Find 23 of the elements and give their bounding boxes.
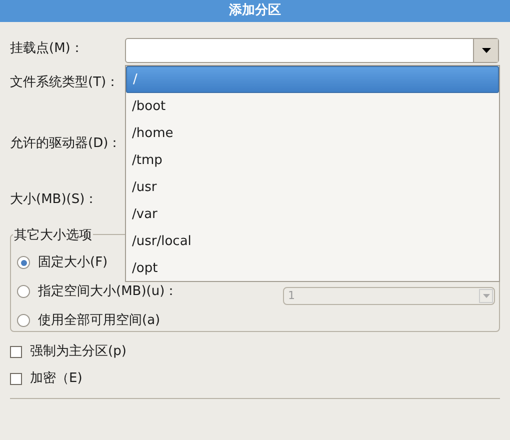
radio-button[interactable] [17,256,30,269]
option-label: 固定大小(F) [38,254,108,272]
dropdown-option[interactable]: /usr [126,174,499,201]
radio-button[interactable] [17,314,30,327]
option-label: 使用全部可用空间(a) [38,312,160,330]
dropdown-option[interactable]: /boot [126,93,499,120]
checkbox-label: 强制为主分区(p) [30,342,126,361]
checkbox[interactable] [10,372,22,384]
dropdown-option[interactable]: /usr/local [126,228,499,255]
spin-value: 1 [287,288,295,304]
window-title: 添加分区 [229,2,281,20]
field-label: 大小(MB)(S)： [10,190,98,209]
dropdown-option[interactable]: /var [126,201,499,228]
checkbox-label: 加密（E) [30,370,82,388]
dropdown-option[interactable]: /tmp [126,147,499,174]
dropdown-option[interactable]: /opt [126,255,499,282]
field-label: 允许的驱动器(D)： [10,134,122,153]
dropdown-option[interactable]: /home [126,120,499,147]
option-label: 指定空间大小(MB)(u)： [38,282,178,301]
checkbox[interactable] [10,346,22,358]
radio-button[interactable] [17,285,30,298]
field-label: 挂载点(M)： [10,40,84,58]
field-label: 文件系统类型(T)： [10,74,120,92]
